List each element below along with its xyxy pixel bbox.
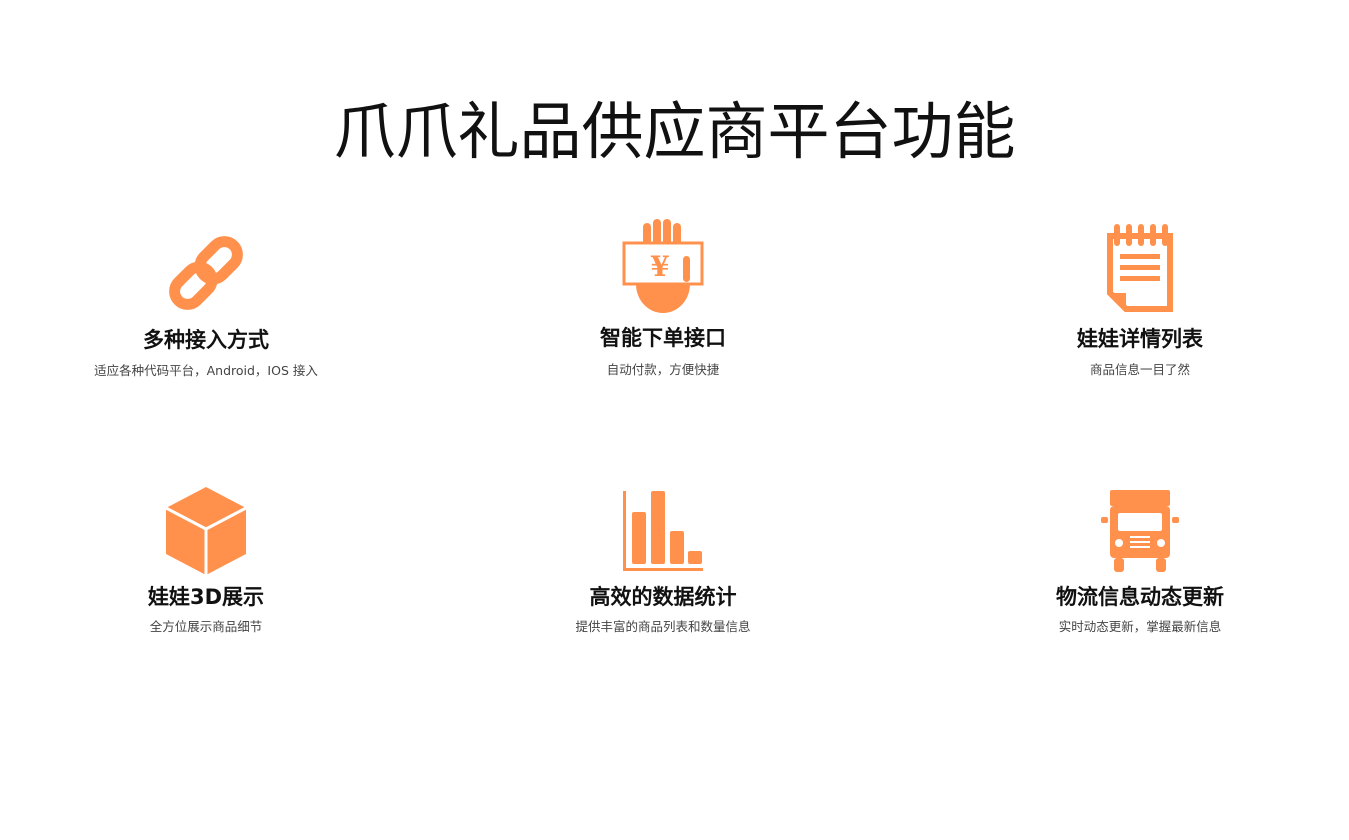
cube-icon (164, 485, 248, 577)
page-title: 爪爪礼品供应商平台功能 (333, 95, 1016, 168)
payment-hand-icon: ¥ (620, 218, 706, 316)
feature-description: 全方位展示商品细节 (149, 619, 263, 634)
svg-text:¥: ¥ (650, 250, 669, 283)
feature-title: 高效的数据统计 (589, 585, 737, 609)
link-icon (161, 228, 251, 318)
feature-item-access: 多种接入方式 适应各种代码平台，Android，IOS 接入 (56, 228, 356, 388)
truck-icon (1100, 489, 1180, 575)
feature-description: 适应各种代码平台，Android，IOS 接入 (94, 363, 318, 378)
feature-description: 实时动态更新，掌握最新信息 (1058, 619, 1222, 634)
feature-item-statistics: 高效的数据统计 提供丰富的商品列表和数量信息 (513, 486, 813, 646)
feature-title: 娃娃详情列表 (1077, 327, 1203, 351)
bar-chart-icon (621, 489, 705, 573)
feature-description: 自动付款，方便快捷 (606, 362, 720, 377)
page: 爪爪礼品供应商平台功能 多种接入方式 适应各种代码平台，Android，IOS … (0, 0, 1349, 840)
feature-title: 娃娃3D展示 (147, 585, 265, 609)
feature-item-details: 娃娃详情列表 商品信息一目了然 (990, 220, 1290, 390)
feature-item-order: ¥ 智能下单接口 自动付款，方便快捷 (513, 216, 813, 386)
feature-description: 提供丰富的商品列表和数量信息 (575, 619, 751, 634)
feature-item-3d: 娃娃3D展示 全方位展示商品细节 (56, 484, 356, 644)
feature-title: 物流信息动态更新 (1056, 585, 1224, 609)
feature-description: 商品信息一目了然 (1089, 362, 1190, 377)
feature-title: 多种接入方式 (143, 328, 269, 352)
feature-title: 智能下单接口 (600, 326, 726, 350)
feature-item-logistics: 物流信息动态更新 实时动态更新，掌握最新信息 (990, 487, 1290, 647)
notepad-icon (1107, 222, 1173, 312)
